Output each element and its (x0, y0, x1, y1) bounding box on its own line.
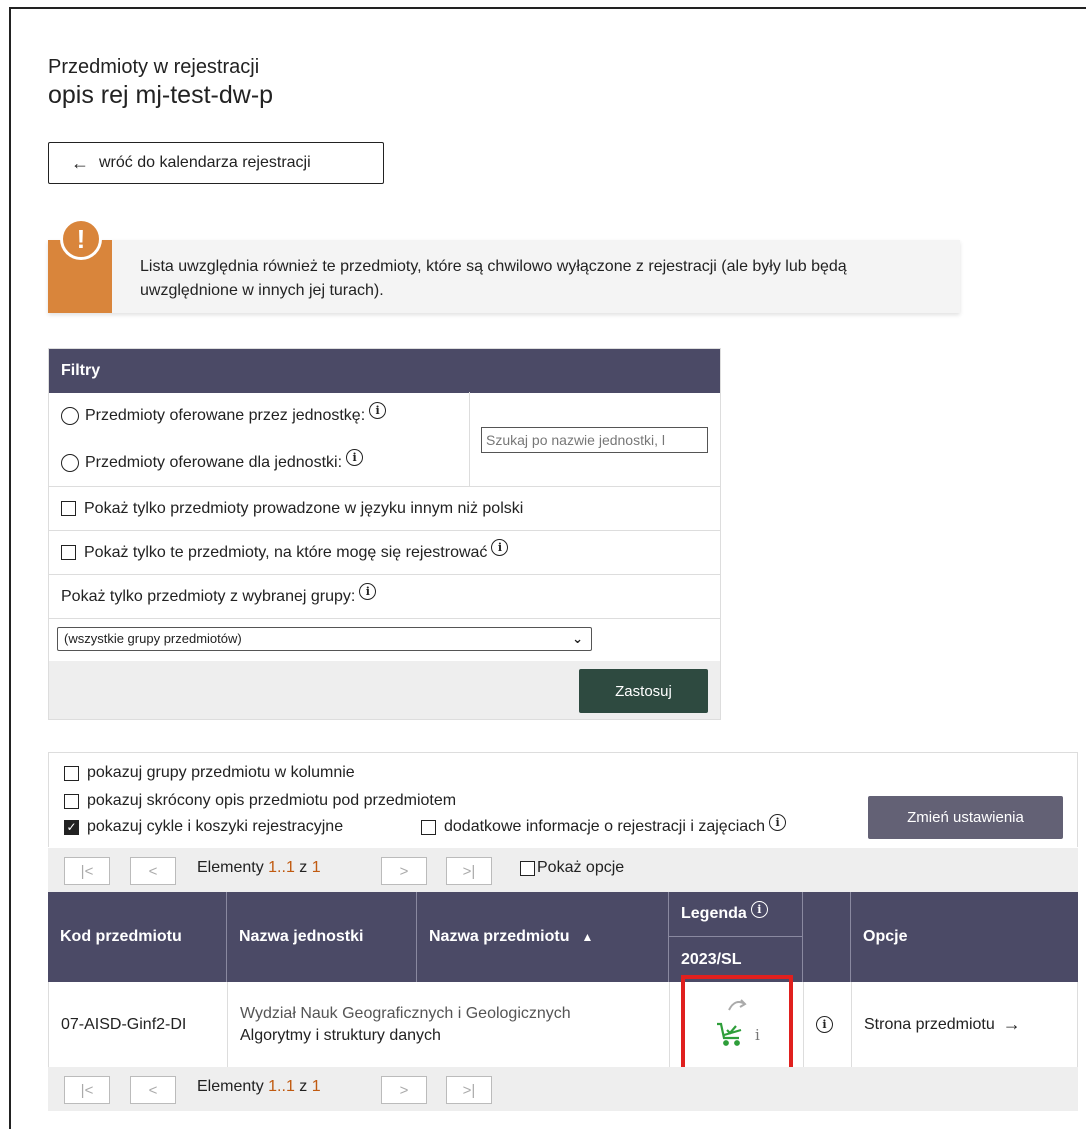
can-register-checkbox[interactable] (61, 545, 76, 560)
back-button-label: wróć do kalendarza rejestracji (99, 154, 311, 171)
prev-page-button[interactable]: < (130, 857, 176, 885)
arrow-left-icon: ← (71, 152, 89, 173)
filter-row-group: Pokaż tylko przedmioty z wybranej grupy:… (49, 574, 720, 618)
first-page-button[interactable]: |< (64, 857, 110, 885)
show-cycles-label: pokazuj cykle i koszyki rejestracyjne (87, 818, 344, 835)
show-groups-checkbox[interactable] (64, 765, 79, 781)
extra-info-checkbox[interactable] (421, 819, 436, 835)
extra-info-label: dodatkowe informacje o rejestracji i zaj… (444, 818, 766, 835)
info-icon[interactable]: i (769, 813, 787, 831)
elements-total: 1 (311, 859, 321, 876)
notice-box: ! Lista uwzględnia również te przedmioty… (48, 218, 960, 313)
course-page-link[interactable]: Strona przedmiotu (864, 1016, 995, 1034)
row-info-cell: i (803, 982, 851, 1067)
unit-search-input[interactable]: Szukaj po nazwie jednostki, l (481, 427, 708, 453)
pager-elements: Elementy 1..1 z 1 (197, 1078, 321, 1096)
can-register-label: Pokaż tylko te przedmioty, na które mogę… (84, 543, 488, 561)
col-unit-label: Nazwa jednostki (239, 928, 364, 945)
elements-range: 1..1 (268, 1078, 295, 1095)
highlight-box (681, 975, 793, 1071)
filter-row-non-polish: Pokaż tylko przedmioty prowadzone w języ… (49, 486, 720, 530)
sort-up-icon: ▲ (581, 930, 594, 944)
options-cell: Strona przedmiotu → (851, 982, 1079, 1067)
filter-row-can-register: Pokaż tylko te przedmioty, na które mogę… (49, 530, 720, 574)
page-title: opis rej mj-test-dw-p (48, 81, 274, 109)
chevron-down-icon: ⌄ (572, 631, 583, 646)
unit-search-placeholder: Szukaj po nazwie jednostki, l (486, 432, 665, 448)
unit-name: Wydział Nauk Geograficznych i Geologiczn… (240, 1004, 571, 1022)
filter-row-for-unit: Przedmioty oferowane dla jednostki: i (49, 439, 469, 486)
last-page-button[interactable]: >| (446, 857, 492, 885)
setting-show-short-desc: pokazuj skrócony opis przedmiotu pod prz… (64, 792, 456, 810)
table-header: Kod przedmiotu Nazwa jednostki Nazwa prz… (48, 892, 1078, 982)
exclamation-icon: ! (60, 218, 102, 260)
elements-of: z (299, 859, 308, 876)
table-row: 07-AISD-Ginf2-DI Wydział Nauk Geograficz… (48, 982, 1078, 1067)
col-options-header: Opcje (850, 892, 1078, 982)
col-unit-header[interactable]: Nazwa jednostki (226, 892, 416, 982)
non-polish-checkbox[interactable] (61, 501, 76, 516)
filter-row-by-unit: Przedmioty oferowane przez jednostkę: i (49, 392, 469, 439)
non-polish-label: Pokaż tylko przedmioty prowadzone w języ… (84, 499, 524, 517)
col-cycle-label: 2023/SL (681, 950, 742, 968)
notice-text: Lista uwzględnia również te przedmioty, … (140, 258, 847, 299)
col-code-label: Kod przedmiotu (60, 928, 182, 945)
next-page-button[interactable]: > (381, 857, 427, 885)
group-select[interactable]: (wszystkie grupy przedmiotów) ⌄ (57, 627, 592, 651)
elements-total: 1 (311, 1078, 321, 1095)
change-settings-button[interactable]: Zmień ustawienia (868, 796, 1063, 839)
info-icon[interactable]: i (816, 1016, 833, 1033)
course-name-link[interactable]: Algorytmy i struktury danych (240, 1025, 441, 1047)
info-icon[interactable]: i (359, 583, 377, 600)
elements-label: Elementy (197, 859, 264, 876)
info-icon[interactable]: i (491, 539, 509, 556)
radio-by-unit-label: Przedmioty oferowane przez jednostkę: (85, 406, 366, 424)
info-icon[interactable]: i (750, 900, 768, 918)
group-label: Pokaż tylko przedmioty z wybranej grupy: (61, 587, 356, 605)
col-info-header (802, 892, 850, 982)
setting-show-cycles: ✓ pokazuj cykle i koszyki rejestracyjne (64, 818, 343, 836)
col-legend-header: Legenda i (668, 892, 802, 937)
show-cycles-checkbox[interactable]: ✓ (64, 819, 79, 835)
first-page-button[interactable]: |< (64, 1076, 110, 1104)
apply-button[interactable]: Zastosuj (579, 669, 708, 713)
setting-extra-info: dodatkowe informacje o rejestracji i zaj… (421, 813, 787, 836)
group-select-value: (wszystkie grupy przedmiotów) (64, 631, 242, 646)
info-icon[interactable]: i (346, 449, 364, 466)
elements-range: 1..1 (268, 859, 295, 876)
show-short-desc-checkbox[interactable] (64, 793, 79, 809)
back-to-calendar-button[interactable]: ← wróć do kalendarza rejestracji (48, 142, 384, 184)
next-page-button[interactable]: > (381, 1076, 427, 1104)
show-options-label: Pokaż opcje (537, 859, 625, 876)
elements-of: z (299, 1078, 308, 1095)
col-name-header[interactable]: Nazwa przedmiotu ▲ (416, 892, 668, 982)
radio-for-unit-label: Przedmioty oferowane dla jednostki: (85, 453, 343, 471)
show-groups-label: pokazuj grupy przedmiotu w kolumnie (87, 764, 355, 781)
filters-header: Filtry (49, 349, 720, 393)
col-legend-label: Legenda (681, 905, 747, 922)
course-name-cell: Wydział Nauk Geograficznych i Geologiczn… (227, 982, 669, 1067)
course-code: 07-AISD-Ginf2-DI (61, 1015, 187, 1033)
elements-label: Elementy (197, 1078, 264, 1095)
col-code-header: Kod przedmiotu (48, 892, 226, 982)
show-options-toggle[interactable]: Pokaż opcje (520, 859, 624, 877)
show-short-desc-label: pokazuj skrócony opis przedmiotu pod prz… (87, 792, 457, 809)
show-options-checkbox[interactable] (520, 860, 535, 876)
page-subtitle: Przedmioty w rejestracji (48, 56, 260, 78)
course-code-cell: 07-AISD-Ginf2-DI (49, 982, 227, 1067)
col-name-label: Nazwa przedmiotu (429, 928, 570, 945)
setting-show-groups: pokazuj grupy przedmiotu w kolumnie (64, 764, 355, 782)
filter-divider (469, 392, 470, 486)
radio-for-unit[interactable] (61, 453, 79, 472)
info-icon[interactable]: i (369, 402, 387, 419)
last-page-button[interactable]: >| (446, 1076, 492, 1104)
pager-bottom: |< < Elementy 1..1 z 1 > >| (48, 1067, 1078, 1111)
arrow-right-icon: → (1002, 1014, 1021, 1034)
pager-top: |< < Elementy 1..1 z 1 > >| Pokaż opcje (48, 848, 1078, 892)
col-options-label: Opcje (863, 928, 908, 945)
radio-by-unit[interactable] (61, 406, 79, 425)
prev-page-button[interactable]: < (130, 1076, 176, 1104)
pager-elements: Elementy 1..1 z 1 (197, 859, 321, 877)
